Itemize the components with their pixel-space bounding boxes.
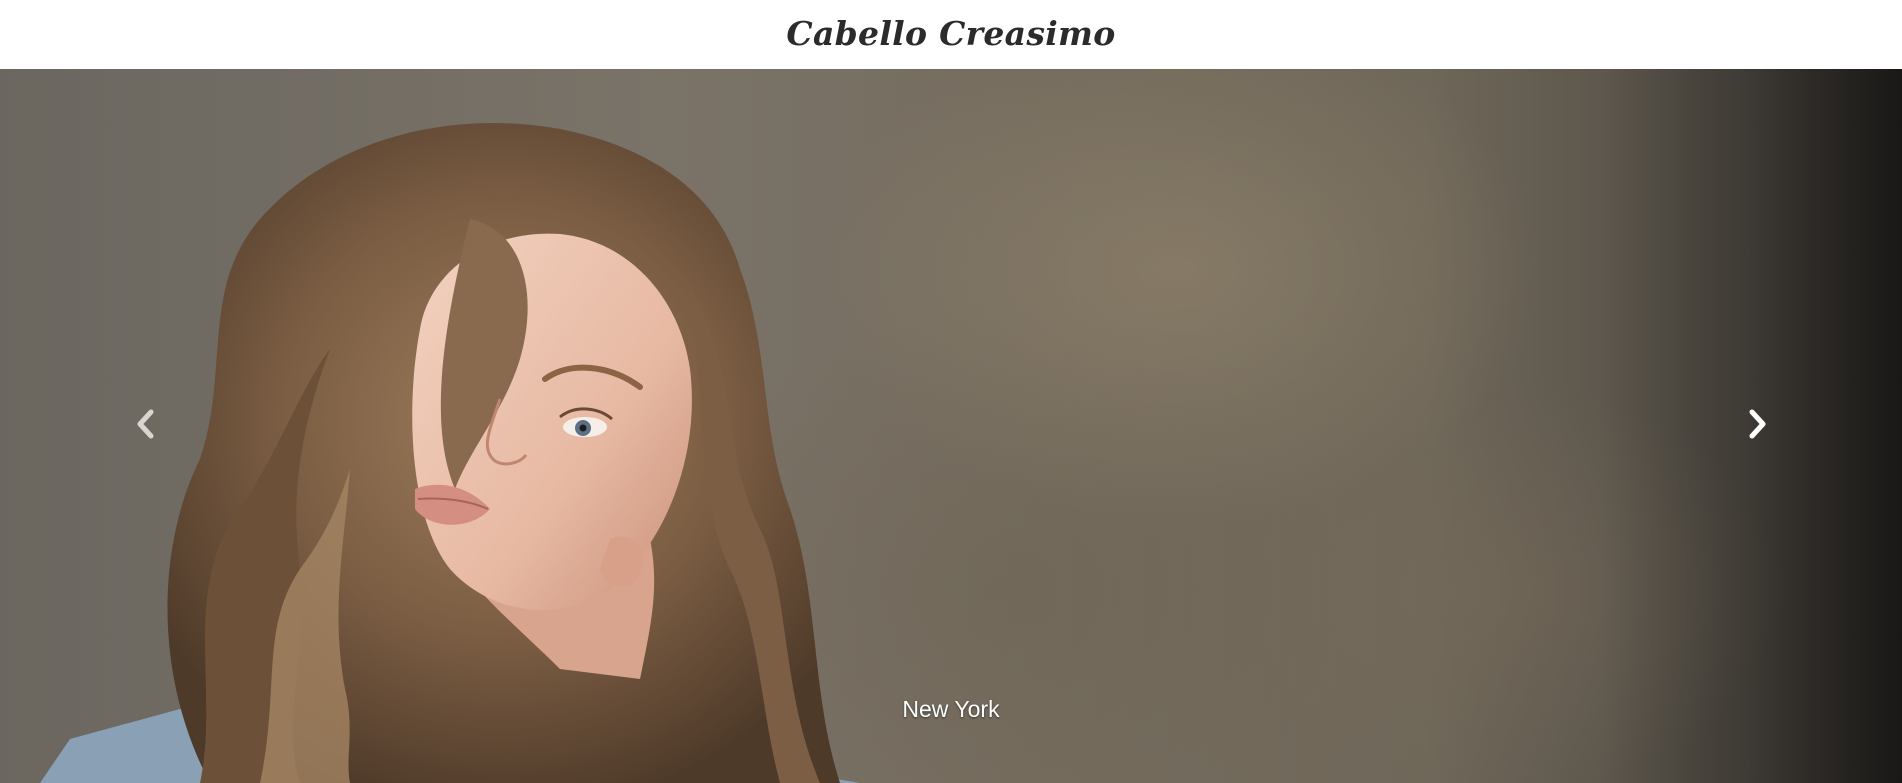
brand-logo-text[interactable]: Cabello Creasimo [786,14,1115,53]
slide-caption: New York [902,696,1000,722]
hero-slider: New York [0,69,1902,783]
chevron-right-icon [1749,409,1766,439]
chevron-left-icon [137,409,154,439]
slide-photo [40,69,1902,783]
site-header: Cabello Creasimo [0,0,1902,69]
next-slide-button[interactable] [1737,404,1777,444]
prev-slide-button[interactable] [126,404,166,444]
